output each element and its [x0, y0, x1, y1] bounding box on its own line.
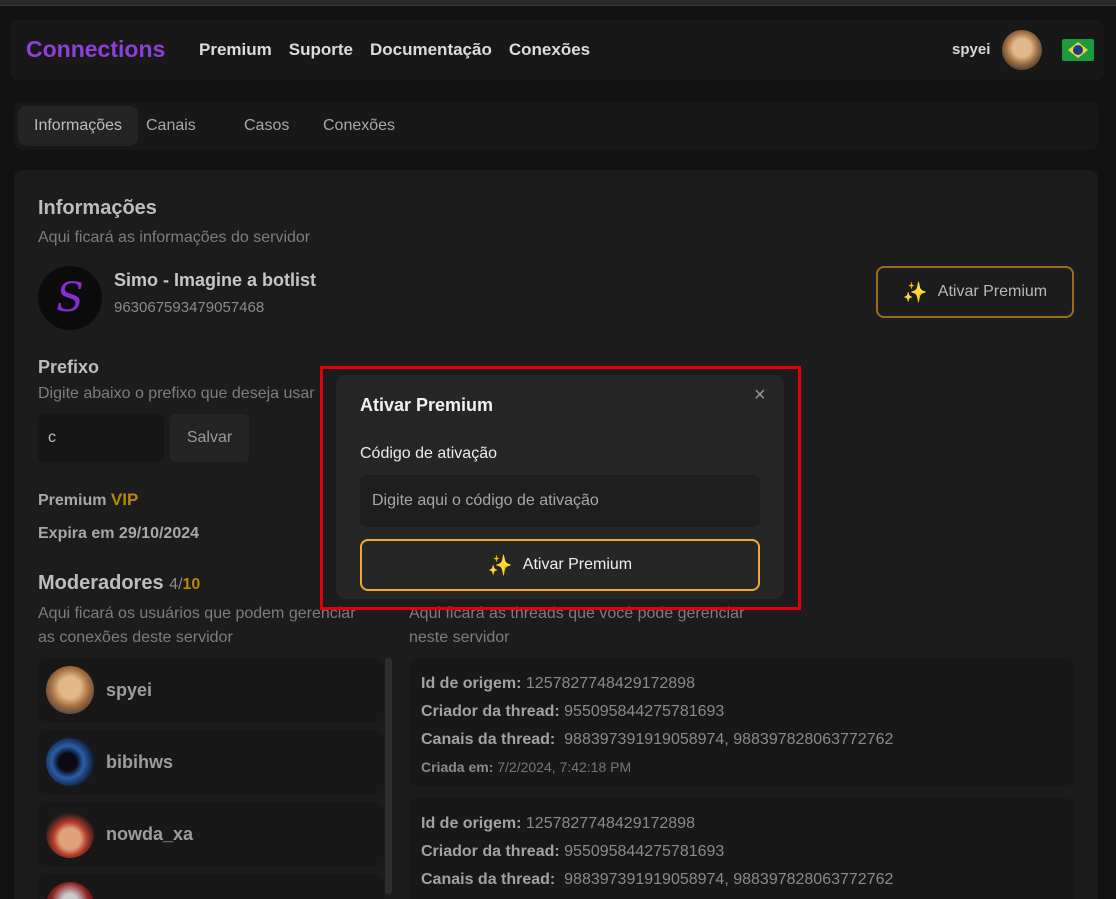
brazil-flag-icon[interactable] [1062, 39, 1094, 61]
moderators-description: Aqui ficará os usuários que podem gerenc… [38, 605, 356, 646]
nav-link-suporte[interactable]: Suporte [289, 40, 353, 60]
avatar [46, 882, 94, 899]
browser-top-strip [0, 0, 1116, 6]
thread-creator-id: 955095844275781693 [564, 703, 725, 720]
server-icon: S [38, 266, 102, 330]
sparkles-icon: ✨ [902, 281, 928, 304]
tab-conexoes[interactable]: Conexões [307, 106, 411, 146]
thread-channels: 988397391919058974, 988397828063772762 [564, 871, 894, 888]
activate-premium-button[interactable]: ✨ Ativar Premium [876, 266, 1074, 318]
moderator-name: nowda_xa [106, 823, 194, 844]
avatar [46, 666, 94, 714]
sparkles-icon: ✨ [487, 554, 513, 577]
prefix-description: Digite abaixo o prefixo que deseja usar [38, 385, 315, 402]
moderators-list: spyei bibihws nowda_xa [38, 658, 384, 899]
thread-created-at: 7/2/2024, 7:42:18 PM [497, 759, 632, 775]
moderator-name: spyei [106, 679, 153, 700]
list-item[interactable]: nowda_xa [38, 802, 384, 866]
tab-casos[interactable]: Casos [228, 106, 305, 146]
server-id: 963067593479057468 [114, 299, 265, 316]
modal-title: Ativar Premium [360, 395, 494, 415]
list-item[interactable]: bibihws [38, 730, 384, 794]
nav-links: Premium Suporte Documentação Conexões [199, 40, 590, 60]
moderators-count: 4/10 [169, 576, 201, 593]
user-name[interactable]: spyei [952, 41, 990, 58]
info-description: Aqui ficará as informações do servidor [38, 229, 311, 246]
threads-description: Aqui ficará as threads que você pode ger… [409, 605, 745, 646]
tab-informacoes[interactable]: Informações [18, 106, 139, 146]
top-navbar: Connections Premium Suporte Documentação… [10, 20, 1104, 80]
thread-card[interactable]: Id de origem: 1257827748429172898 Criado… [409, 658, 1074, 786]
premium-status: Premium VIP [38, 490, 139, 509]
moderators-scrollbar[interactable] [385, 658, 392, 894]
nav-link-documentacao[interactable]: Documentação [370, 40, 492, 60]
modal-activate-premium-button[interactable]: ✨ Ativar Premium [360, 539, 760, 591]
list-item[interactable] [38, 874, 384, 899]
nav-link-conexoes[interactable]: Conexões [509, 40, 590, 60]
premium-expiry: Expira em 29/10/2024 [38, 525, 200, 542]
thread-origin-id: 1257827748429172898 [525, 675, 695, 692]
save-prefix-button[interactable]: Salvar [170, 414, 249, 462]
info-title: Informações [38, 197, 157, 219]
prefix-title: Prefixo [38, 357, 100, 377]
premium-tier-badge: VIP [110, 490, 139, 509]
thread-origin-id: 1257827748429172898 [525, 815, 695, 832]
thread-creator-id: 955095844275781693 [564, 843, 725, 860]
activate-premium-modal: Ativar Premium × Código de ativação ✨ At… [336, 375, 784, 599]
moderators-title: Moderadores 4/10 [38, 572, 201, 594]
activation-code-label: Código de ativação [360, 445, 497, 462]
close-icon[interactable]: × [754, 384, 766, 407]
thread-channels: 988397391919058974, 988397828063772762 [564, 731, 894, 748]
user-avatar[interactable] [1002, 30, 1042, 70]
thread-card[interactable]: Id de origem: 1257827748429172898 Criado… [409, 798, 1074, 899]
avatar [46, 810, 94, 858]
moderator-name: bibihws [106, 751, 173, 772]
nav-link-premium[interactable]: Premium [199, 40, 272, 60]
tab-canais[interactable]: Canais [130, 106, 212, 146]
brand-logo[interactable]: Connections [26, 36, 165, 63]
list-item[interactable]: spyei [38, 658, 384, 722]
activation-code-input[interactable] [360, 475, 760, 527]
server-tabs: Informações Canais Casos Conexões [14, 102, 1098, 150]
avatar [46, 738, 94, 786]
server-name: Simo - Imagine a botlist [114, 270, 317, 290]
prefix-input[interactable] [38, 414, 164, 462]
